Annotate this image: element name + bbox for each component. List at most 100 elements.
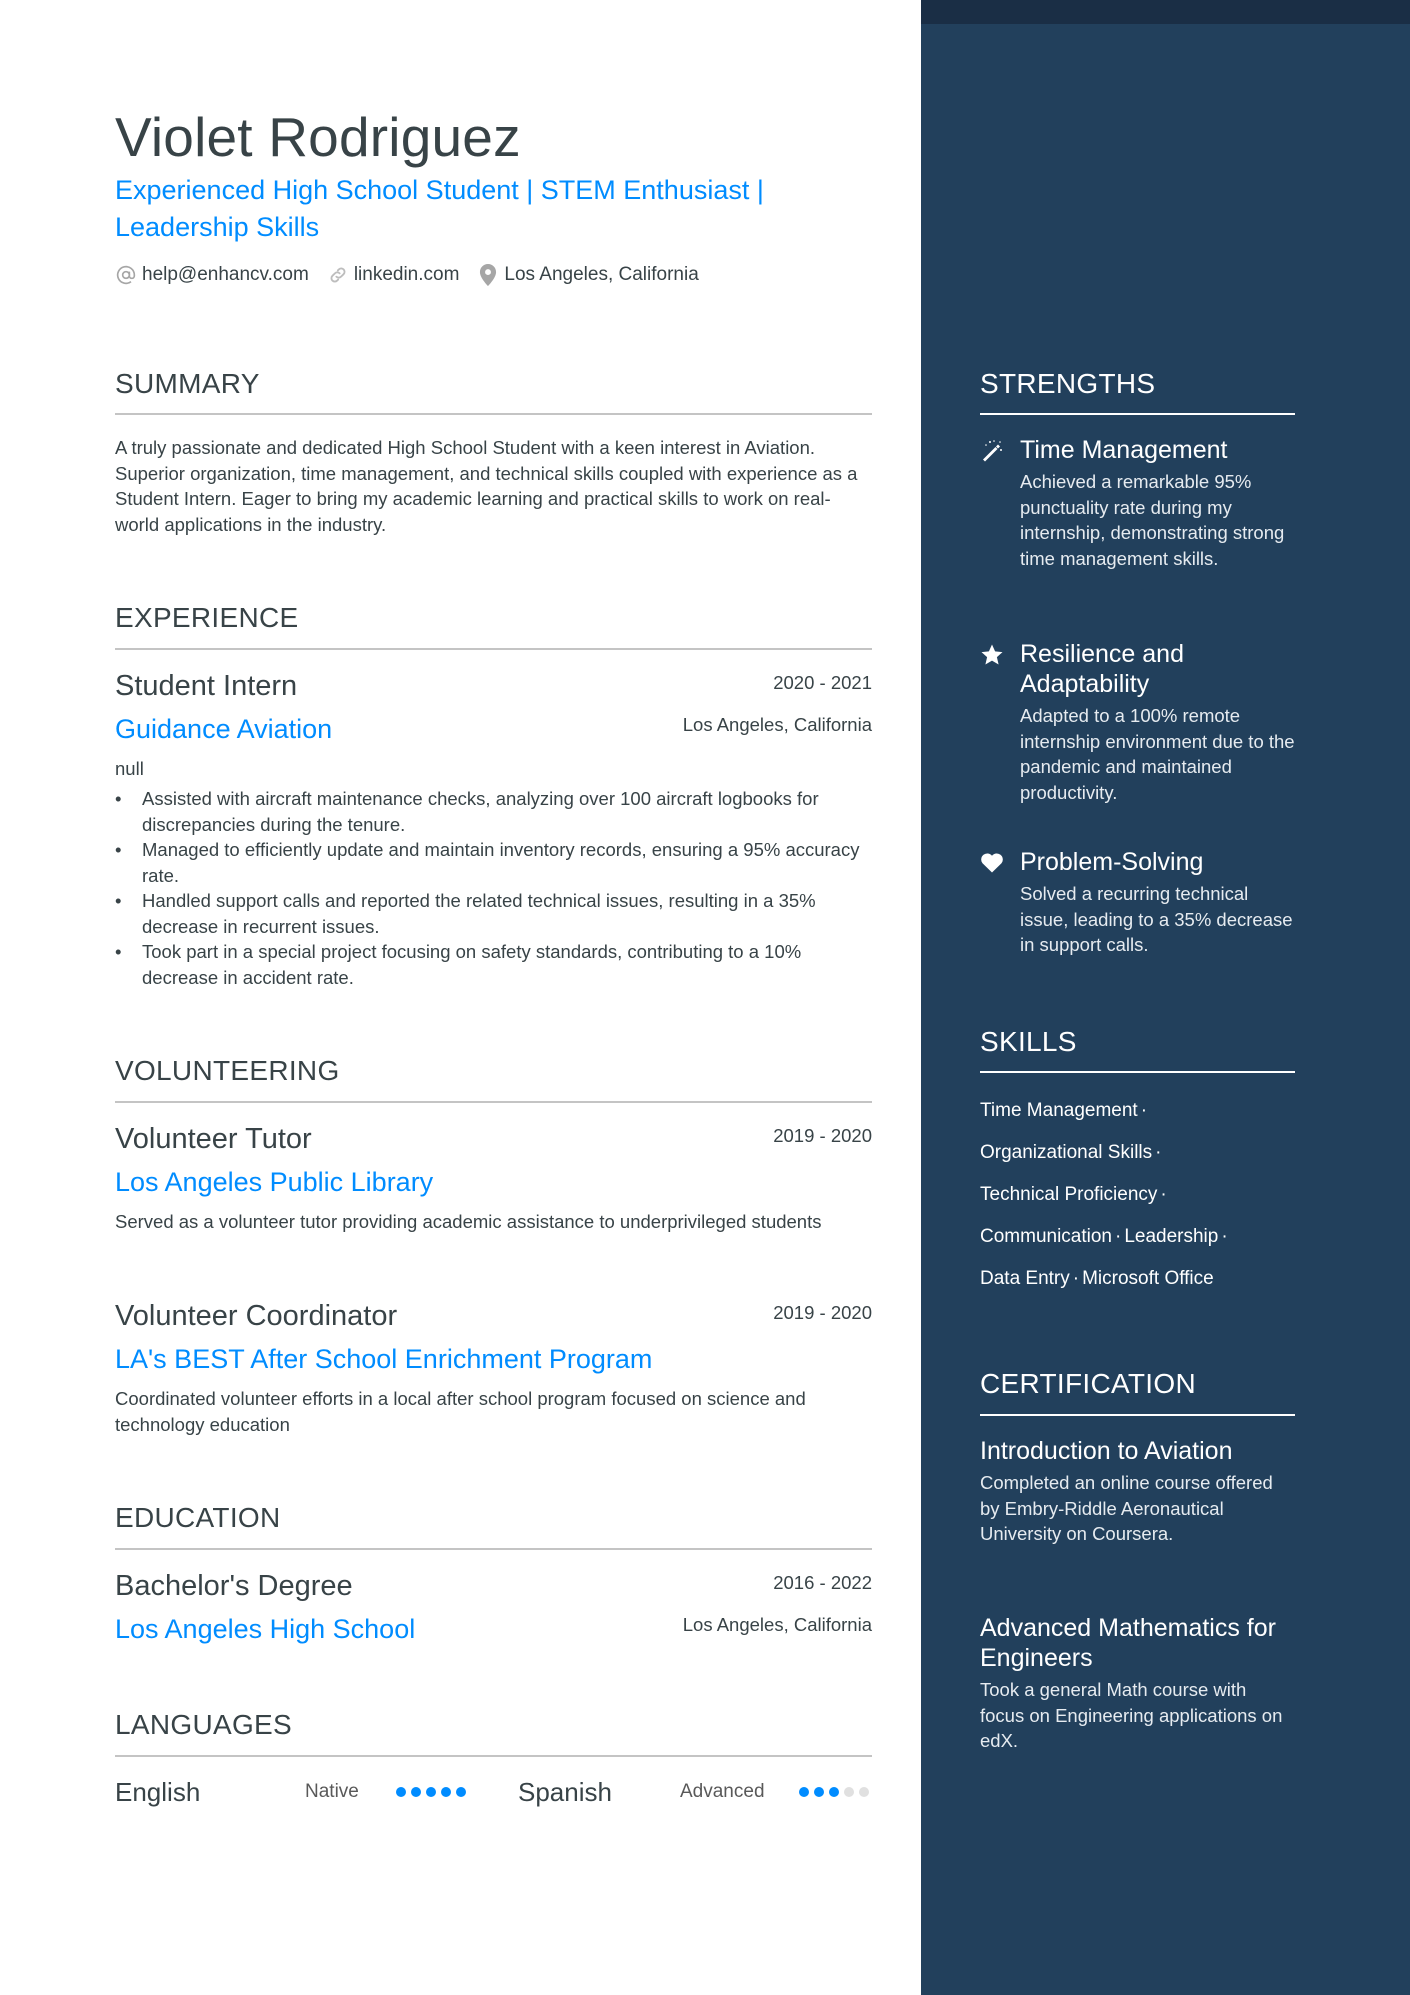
proficiency-dot-filled [396, 1787, 406, 1797]
volunteering-heading: VOLUNTEERING [115, 1055, 340, 1086]
location-pin-icon [477, 264, 499, 286]
experience-dates: 2020 - 2021 [773, 672, 872, 693]
certification-title: Advanced Mathematics for Engineers [980, 1614, 1276, 1672]
magic-wand-icon [980, 439, 1006, 465]
volunteering-description: Coordinated volunteer efforts in a local… [115, 1388, 806, 1435]
certification-title: Introduction to Aviation [980, 1437, 1233, 1465]
skill-item: Technical Proficiency [980, 1184, 1158, 1205]
skills-line: Communication · Leadership · [980, 1216, 1295, 1258]
contact-linkedin-text: linkedin.com [353, 264, 460, 285]
summary-divider [115, 413, 872, 415]
proficiency-dot-filled [426, 1787, 436, 1797]
strength-item: Resilience and Adaptability Adapted to a… [980, 639, 1295, 805]
experience-location: Los Angeles, California [682, 714, 872, 735]
skills-divider [980, 1071, 1295, 1073]
language-name: English [115, 1777, 201, 1807]
strength-item: Time Management Achieved a remarkable 95… [980, 435, 1295, 571]
education-school[interactable]: Los Angeles High School [115, 1612, 415, 1646]
experience-description: null [115, 758, 144, 779]
experience-role: Student Intern [115, 670, 298, 702]
skills-line: Data Entry · Microsoft Office [980, 1258, 1295, 1300]
star-icon [980, 643, 1006, 669]
heart-icon [980, 851, 1006, 877]
certification-description: Completed an online course offered by Em… [980, 1472, 1273, 1544]
proficiency-dot-filled [441, 1787, 451, 1797]
skill-item: Organizational Skills [980, 1142, 1153, 1163]
sidebar-top-bar [921, 0, 1410, 24]
experience-bullet: Took part in a special project focusing … [115, 939, 872, 990]
skills-line: Technical Proficiency · [980, 1174, 1295, 1216]
proficiency-dot-filled [456, 1787, 466, 1797]
link-icon [327, 264, 349, 286]
skill-separator: · [1140, 1100, 1148, 1121]
contact-location-text: Los Angeles, California [504, 264, 699, 285]
languages-divider [115, 1755, 872, 1757]
experience-company[interactable]: Guidance Aviation [115, 712, 332, 746]
strength-item: Problem-Solving Solved a recurring techn… [980, 847, 1295, 958]
summary-heading: SUMMARY [115, 368, 260, 399]
skill-separator: · [1155, 1142, 1162, 1163]
certification-heading: CERTIFICATION [980, 1368, 1196, 1399]
volunteering-description: Served as a volunteer tutor providing ac… [115, 1211, 822, 1232]
volunteering-dates: 2019 - 2020 [773, 1125, 872, 1146]
strength-title: Problem-Solving [1020, 848, 1204, 876]
proficiency-dot-filled [829, 1787, 839, 1797]
volunteering-divider [115, 1101, 872, 1103]
certification-item: Introduction to Aviation Completed an on… [980, 1436, 1295, 1547]
skill-item: Communication [980, 1226, 1112, 1247]
skill-item: Leadership [1124, 1226, 1219, 1247]
experience-heading: EXPERIENCE [115, 602, 299, 633]
volunteering-role: Volunteer Coordinator [115, 1300, 398, 1332]
contact-email[interactable]: help@enhancv.com [115, 264, 309, 286]
summary-text: A truly passionate and dedicated High Sc… [115, 437, 858, 535]
volunteering-org[interactable]: Los Angeles Public Library [115, 1165, 433, 1199]
skill-separator: · [1115, 1226, 1122, 1247]
strength-description: Solved a recurring technical issue, lead… [1020, 883, 1293, 955]
language-level: Advanced [680, 1781, 765, 1802]
languages-row: English Native Spanish Advanced [115, 1775, 872, 1809]
education-divider [115, 1548, 872, 1550]
experience-bullet: Assisted with aircraft maintenance check… [115, 786, 872, 837]
skills-list: Time Management · Organizational Skills · Te… [980, 1090, 1295, 1300]
certification-divider [980, 1414, 1295, 1416]
education-degree: Bachelor's Degree [115, 1570, 353, 1602]
education-dates: 2016 - 2022 [773, 1572, 872, 1593]
candidate-name: Violet Rodriguez [115, 106, 521, 168]
certification-description: Took a general Math course with focus on… [980, 1679, 1283, 1751]
certification-item: Advanced Mathematics for Engineers Took … [980, 1613, 1295, 1754]
experience-bullets: Assisted with aircraft maintenance check… [115, 786, 872, 990]
at-icon [115, 264, 137, 286]
candidate-headline: Experienced High School Student | STEM E… [115, 175, 764, 242]
proficiency-dot-empty [859, 1787, 869, 1797]
volunteering-org[interactable]: LA's BEST After School Enrichment Progra… [115, 1342, 652, 1376]
experience-bullet: Managed to efficiently update and mainta… [115, 837, 872, 888]
contact-linkedin[interactable]: linkedin.com [327, 264, 460, 286]
proficiency-dot-filled [799, 1787, 809, 1797]
education-location: Los Angeles, California [682, 1614, 872, 1635]
proficiency-dot-empty [844, 1787, 854, 1797]
strength-description: Achieved a remarkable 95% punctuality ra… [1020, 471, 1285, 569]
skill-item: Microsoft Office [1082, 1268, 1214, 1289]
strength-title: Time Management [1020, 436, 1228, 464]
experience-divider [115, 648, 872, 650]
contact-location: Los Angeles, California [477, 264, 699, 286]
volunteering-dates: 2019 - 2020 [773, 1302, 872, 1323]
languages-heading: LANGUAGES [115, 1709, 292, 1740]
language-name: Spanish [518, 1777, 612, 1807]
experience-bullet: Handled support calls and reported the r… [115, 888, 872, 939]
volunteering-role: Volunteer Tutor [115, 1123, 312, 1155]
contact-row: help@enhancv.com linkedin.com Los Angele… [115, 264, 717, 286]
proficiency-dot-filled [814, 1787, 824, 1797]
strengths-divider [980, 413, 1295, 415]
strength-title: Resilience and Adaptability [1020, 640, 1184, 698]
skills-line: Organizational Skills · [980, 1132, 1295, 1174]
education-heading: EDUCATION [115, 1502, 281, 1533]
language-level: Native [305, 1781, 359, 1802]
skill-separator: · [1160, 1184, 1167, 1205]
skills-line: Time Management · [980, 1090, 1295, 1132]
skill-item: Time Management [980, 1100, 1138, 1121]
proficiency-dot-filled [411, 1787, 421, 1797]
language-proficiency-dots [799, 1787, 874, 1797]
skill-item: Data Entry [980, 1268, 1070, 1289]
contact-email-text: help@enhancv.com [142, 264, 309, 285]
